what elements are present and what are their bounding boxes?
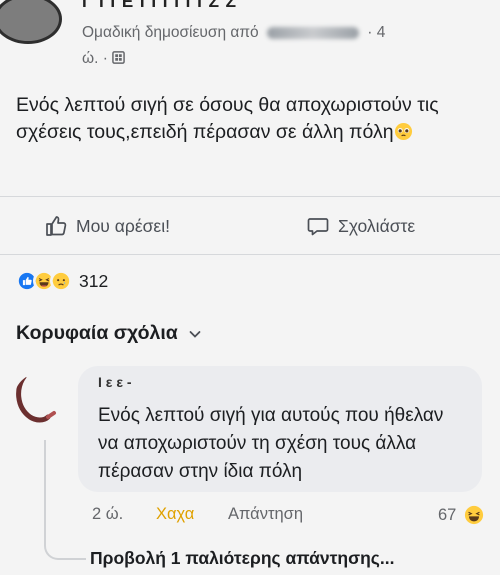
post-timestamp[interactable]: ώ. ·	[82, 50, 126, 68]
pleading-face-emoji-icon	[394, 122, 412, 141]
comment-text: Ενός λεπτού σιγή για αυτούς που ήθελαν ν…	[98, 405, 444, 482]
post-meta-prefix: Ομαδική δημοσίευση από	[82, 24, 259, 41]
reaction-summary[interactable]: 312	[16, 269, 108, 293]
comment-button[interactable]: Σχολιάστε	[306, 212, 415, 240]
comment-label: Σχολιάστε	[338, 215, 416, 236]
like-button[interactable]: Μου αρέσει!	[44, 212, 170, 240]
sad-reaction-icon	[50, 270, 72, 292]
haha-reaction-icon	[465, 505, 484, 525]
chevron-down-icon	[189, 330, 201, 338]
post-author-avatar[interactable]	[0, 0, 62, 44]
group-privacy-icon	[112, 51, 126, 64]
post-meta: Ομαδική δημοσίευση από · 4	[82, 24, 385, 42]
like-label: Μου αρέσει!	[76, 215, 170, 236]
post-meta-suffix: · 4	[367, 24, 386, 41]
comment-haha-button[interactable]: Χαχα	[156, 505, 194, 524]
comment-bubble-icon	[307, 218, 329, 236]
post-time: ώ. ·	[82, 50, 108, 67]
comment-reaction-summary[interactable]: 67	[438, 505, 484, 525]
divider	[0, 254, 500, 255]
comment-reaction-count: 67	[438, 505, 457, 524]
post-text: Ενός λεπτού σιγή σε όσους θα αποχωριστού…	[16, 92, 476, 146]
comments-section-title: Κορυφαία σχόλια	[16, 322, 178, 344]
post-author-name[interactable]: Γ Ι Ι Ε Ι Ι Ι Ι Ι Ι Ζ Ζ	[82, 0, 237, 12]
avatar-image	[16, 374, 56, 423]
comment-time[interactable]: 2 ώ.	[92, 505, 123, 524]
comments-filter-dropdown[interactable]: Κορυφαία σχόλια	[16, 322, 202, 345]
view-previous-replies-link[interactable]: Προβολή 1 παλιότερης απάντησης...	[90, 548, 394, 569]
comment-reply-button[interactable]: Απάντηση	[228, 505, 303, 524]
thumbs-up-icon	[46, 216, 67, 236]
redacted-name	[266, 26, 359, 39]
divider	[0, 196, 500, 197]
comment-author-name[interactable]: Ι ε ε -	[98, 374, 132, 390]
reaction-count: 312	[79, 270, 109, 291]
post-body: Ενός λεπτού σιγή σε όσους θα αποχωριστού…	[16, 94, 439, 143]
comment-author-avatar[interactable]	[14, 373, 66, 425]
